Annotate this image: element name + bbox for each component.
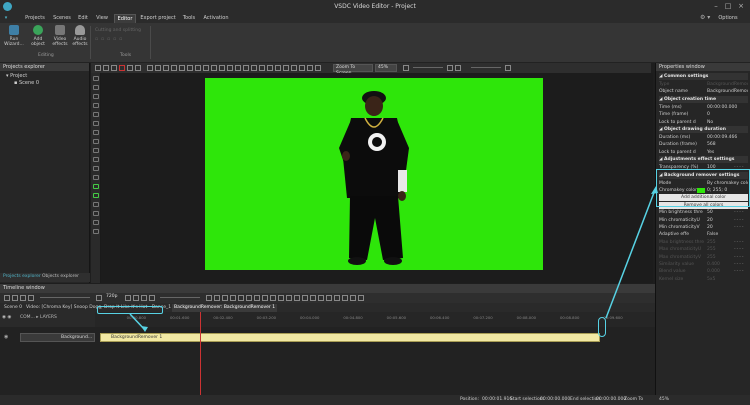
- annotation-arrows: [129, 186, 658, 332]
